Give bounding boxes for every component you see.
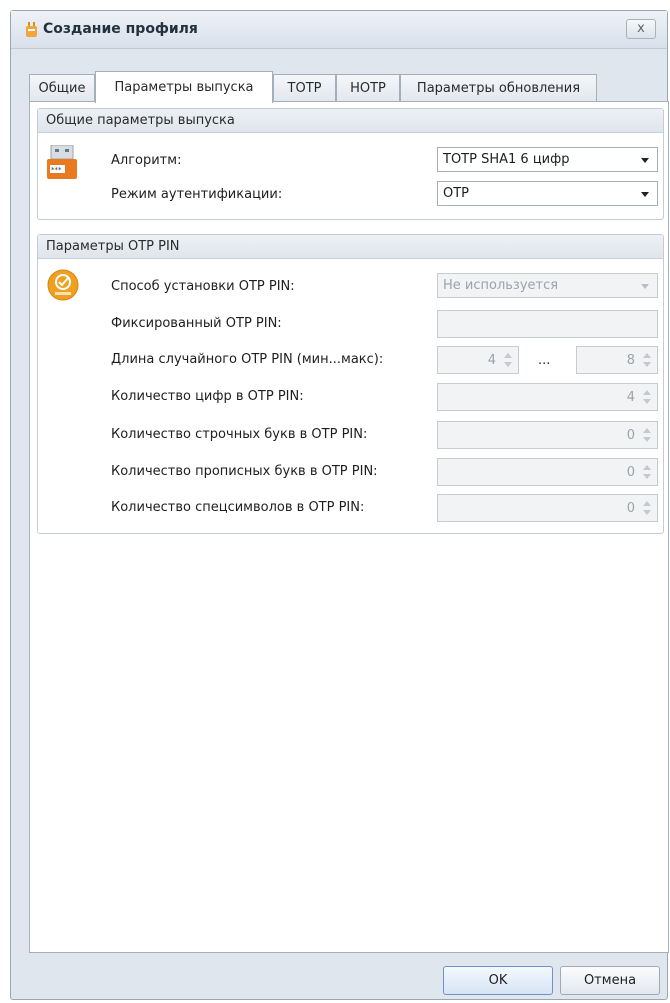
algorithm-value: TOTP SHA1 6 цифр (443, 152, 570, 167)
auth-mode-value: OTP (443, 186, 470, 201)
issue-params-header: Общие параметры выпуска (38, 109, 663, 133)
tab-panel: Общие параметры выпуска *** Алгоритм: TO… (29, 101, 669, 953)
spin-arrows-icon[interactable] (641, 425, 653, 445)
special-label: Количество спецсимволов в OTP PIN: (111, 500, 365, 515)
chevron-down-icon (641, 284, 649, 289)
algorithm-label: Алгоритм: (111, 153, 182, 168)
svg-text:***: *** (51, 166, 62, 174)
random-length-max-value: 8 (626, 353, 635, 368)
range-separator: ... (538, 353, 551, 368)
lowercase-value: 0 (626, 428, 635, 443)
cancel-button[interactable]: Отмена (560, 966, 660, 995)
install-method-value: Не используется (443, 278, 559, 293)
tab-hotp[interactable]: HOTP (336, 74, 400, 102)
dialog-window: Создание профиля x Общие Параметры выпус… (10, 10, 669, 1000)
tab-update-params[interactable]: Параметры обновления (400, 74, 597, 102)
tab-issue-params[interactable]: Параметры выпуска (95, 71, 273, 103)
random-length-label: Длина случайного OTP PIN (мин...макс): (111, 352, 384, 367)
app-icon (26, 22, 37, 37)
auth-mode-label: Режим аутентификации: (111, 187, 283, 202)
tab-totp[interactable]: TOTP (273, 74, 336, 102)
lowercase-label: Количество строчных букв в OTP PIN: (111, 427, 368, 442)
spin-arrows-icon[interactable] (641, 387, 653, 407)
window-title: Создание профиля (43, 21, 198, 37)
algorithm-dropdown[interactable]: TOTP SHA1 6 цифр (437, 147, 658, 172)
random-length-min-stepper[interactable]: 4 (437, 346, 519, 374)
special-stepper[interactable]: 0 (437, 494, 658, 522)
spin-arrows-icon[interactable] (641, 498, 653, 518)
token-icon: *** (47, 145, 77, 179)
uppercase-label: Количество прописных букв в OTP PIN: (111, 464, 378, 479)
spin-arrows-icon[interactable] (641, 350, 653, 370)
random-length-min-value: 4 (487, 353, 496, 368)
digits-value: 4 (626, 390, 635, 405)
random-length-max-stepper[interactable]: 8 (576, 346, 658, 374)
install-method-dropdown[interactable]: Не используется (437, 273, 658, 298)
close-button[interactable]: x (626, 19, 656, 39)
ok-button[interactable]: OK (443, 966, 553, 995)
otp-pin-header: Параметры OTP PIN (38, 235, 663, 259)
lowercase-stepper[interactable]: 0 (437, 421, 658, 449)
otp-pin-group: Параметры OTP PIN Способ установки OTP P… (37, 234, 664, 534)
issue-params-group: Общие параметры выпуска *** Алгоритм: TO… (37, 108, 664, 220)
special-value: 0 (626, 501, 635, 516)
uppercase-value: 0 (626, 465, 635, 480)
spin-arrows-icon[interactable] (641, 462, 653, 482)
chevron-down-icon (641, 158, 649, 163)
title-bar: Создание профиля x (11, 11, 667, 49)
fixed-pin-input[interactable] (437, 310, 658, 338)
tab-general[interactable]: Общие (29, 74, 95, 102)
chevron-down-icon (641, 192, 649, 197)
install-method-label: Способ установки OTP PIN: (111, 279, 295, 294)
digits-label: Количество цифр в OTP PIN: (111, 389, 304, 404)
uppercase-stepper[interactable]: 0 (437, 458, 658, 486)
digits-stepper[interactable]: 4 (437, 383, 658, 411)
auth-mode-dropdown[interactable]: OTP (437, 181, 658, 206)
pin-badge-icon (47, 269, 79, 301)
spin-arrows-icon[interactable] (502, 350, 514, 370)
fixed-pin-label: Фиксированный OTP PIN: (111, 316, 282, 331)
